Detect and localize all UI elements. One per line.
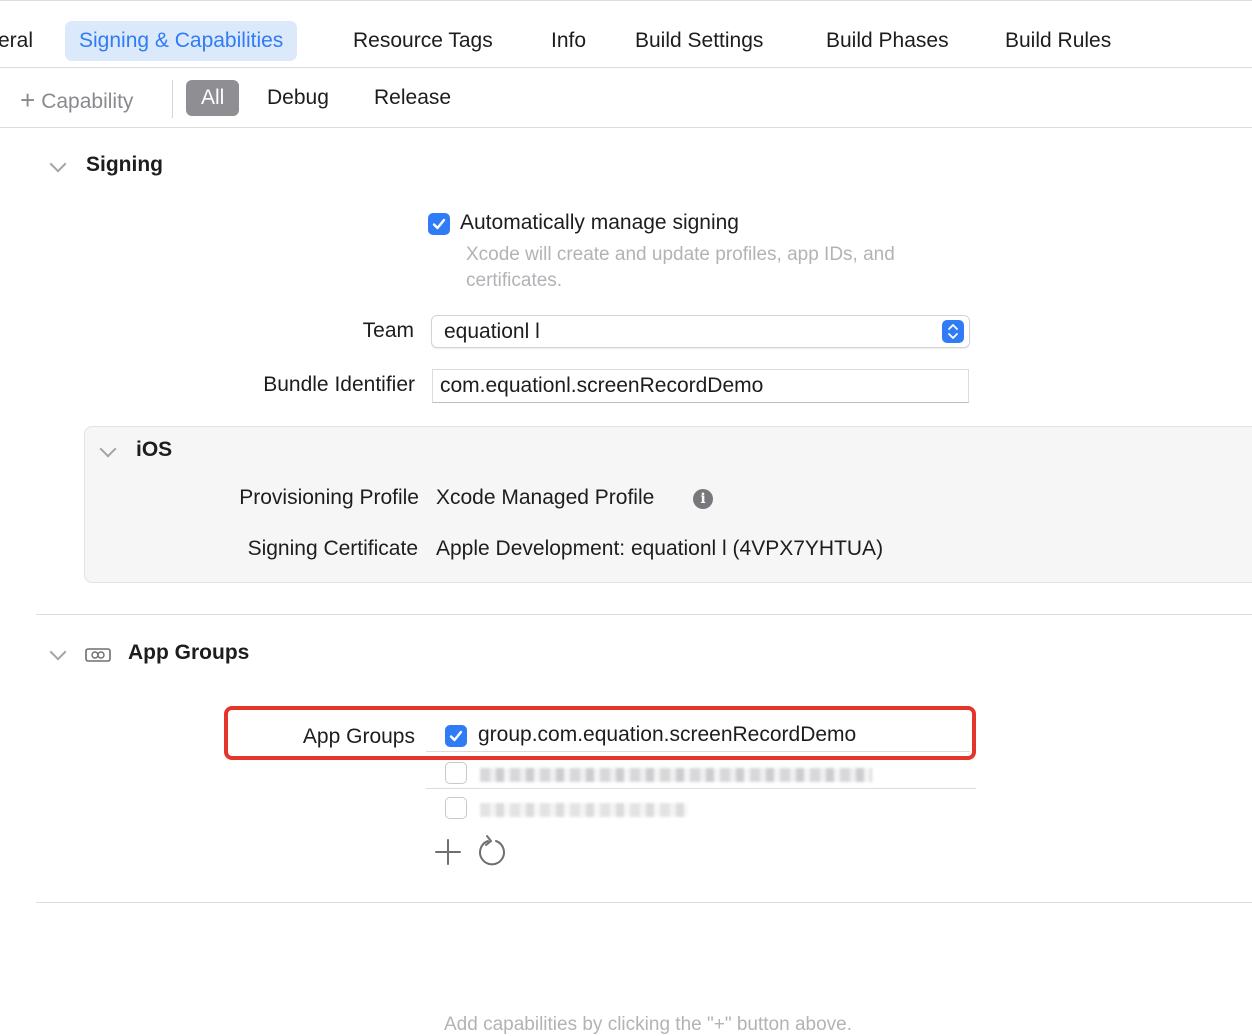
- signing-disclosure-chevron-down-icon[interactable]: [49, 155, 67, 173]
- segment-release[interactable]: Release: [374, 80, 451, 116]
- section-divider: [36, 614, 1252, 615]
- signing-section-title: Signing: [86, 153, 163, 176]
- add-capabilities-hint: Add capabilities by clicking the "+" but…: [444, 1014, 852, 1035]
- info-icon[interactable]: i: [693, 489, 713, 509]
- tab-build-phases[interactable]: Build Phases: [826, 21, 949, 61]
- editor-tab-bar: eral Signing & Capabilities Resource Tag…: [0, 0, 1252, 68]
- redacted-app-group-2: [480, 768, 872, 782]
- capability-toolbar: + Capability All Debug Release: [0, 68, 1252, 128]
- bundle-identifier-label: Bundle Identifier: [263, 373, 415, 396]
- hint-line-2: certificates.: [466, 270, 563, 291]
- auto-manage-signing-label: Automatically manage signing: [460, 211, 739, 234]
- tab-build-rules[interactable]: Build Rules: [1005, 21, 1111, 61]
- redacted-app-group-3: [480, 803, 688, 817]
- segment-all[interactable]: All: [186, 80, 240, 116]
- tab-info[interactable]: Info: [551, 21, 586, 61]
- tab-build-settings[interactable]: Build Settings: [635, 21, 763, 61]
- tab-signing-capabilities[interactable]: Signing & Capabilities: [65, 21, 298, 61]
- provisioning-profile-value: Xcode Managed Profile: [436, 486, 655, 509]
- plus-icon: +: [20, 85, 36, 115]
- checkmark-icon: [449, 730, 463, 742]
- toolbar-divider: [172, 80, 173, 118]
- tab-general[interactable]: eral: [0, 21, 33, 61]
- add-capability-button[interactable]: + Capability: [20, 82, 133, 116]
- app-groups-disclosure-chevron-down-icon[interactable]: [49, 643, 67, 661]
- app-group-id-1: group.com.equation.screenRecordDemo: [478, 723, 857, 746]
- team-label: Team: [362, 319, 414, 342]
- add-capability-label: Capability: [41, 90, 134, 113]
- list-divider: [426, 788, 976, 789]
- app-group-checkbox-3[interactable]: [445, 797, 467, 819]
- team-popup-button[interactable]: equationl l: [431, 315, 970, 348]
- provisioning-profile-label: Provisioning Profile: [239, 486, 419, 509]
- signing-certificate-value: Apple Development: equationl l (4VPX7YHT…: [436, 537, 884, 560]
- app-group-checkbox-1[interactable]: [445, 725, 467, 747]
- signing-certificate-label: Signing Certificate: [247, 537, 418, 560]
- checkmark-icon: [432, 218, 446, 230]
- refresh-icon[interactable]: [476, 834, 508, 873]
- bundle-identifier-field[interactable]: com.equationl.screenRecordDemo: [432, 369, 969, 403]
- app-groups-icon: [85, 646, 111, 669]
- hint-line-1: Xcode will create and update profiles, a…: [466, 244, 895, 265]
- list-divider: [426, 751, 970, 752]
- auto-manage-signing-hint: Xcode will create and update profiles, a…: [466, 242, 895, 294]
- tab-resource-tags[interactable]: Resource Tags: [353, 21, 493, 61]
- bundle-identifier-value: com.equationl.screenRecordDemo: [440, 374, 764, 397]
- team-value: equationl l: [444, 320, 540, 343]
- popup-stepper-icon: [942, 320, 964, 343]
- app-group-checkbox-2[interactable]: [445, 762, 467, 784]
- ios-section-title: iOS: [136, 438, 173, 461]
- app-groups-field-label: App Groups: [302, 725, 415, 748]
- app-groups-section-title: App Groups: [128, 641, 250, 664]
- add-app-group-plus-icon[interactable]: [434, 838, 462, 871]
- section-divider: [36, 902, 1252, 903]
- segment-debug[interactable]: Debug: [267, 80, 329, 116]
- auto-manage-signing-checkbox[interactable]: [428, 213, 450, 235]
